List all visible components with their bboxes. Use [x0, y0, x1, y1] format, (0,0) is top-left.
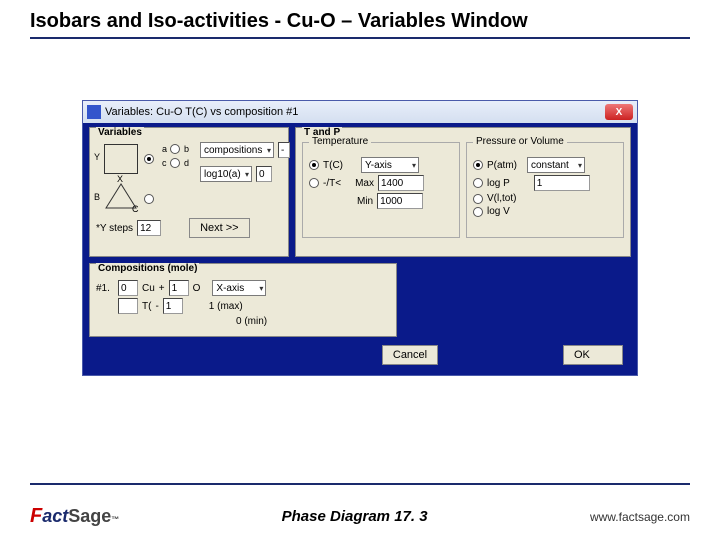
compositions-legend: Compositions (mole)	[96, 263, 199, 274]
comp-max-label: 1 (max)	[209, 301, 243, 312]
label-b: b	[184, 144, 189, 154]
t-label: T(	[142, 301, 151, 312]
tk-label: -/T<	[323, 178, 341, 189]
cu-value[interactable]	[118, 280, 138, 296]
compositions-value[interactable]	[278, 142, 290, 158]
logp-label: log P	[487, 178, 510, 189]
variables-panel: Variables Y X a b c d	[89, 127, 289, 257]
tc-label: T(C)	[323, 160, 343, 171]
radio-patm[interactable]	[473, 160, 483, 170]
footer-rule	[30, 483, 690, 485]
label-d: d	[184, 158, 189, 168]
pv-legend: Pressure or Volume	[473, 136, 567, 147]
cu-label: Cu	[142, 283, 155, 294]
app-icon	[87, 105, 101, 119]
cancel-button[interactable]: Cancel	[382, 345, 438, 365]
variables-legend: Variables	[96, 127, 144, 138]
temperature-group: Temperature T(C) Y-axis▾ -/T< Max	[302, 142, 460, 238]
plus-label: +	[159, 283, 165, 294]
o-label: O	[193, 283, 201, 294]
y-axis-label: Y	[94, 152, 100, 162]
comp-min-label: 0 (min)	[236, 316, 267, 327]
o-value[interactable]	[169, 280, 189, 296]
radio-a[interactable]	[170, 144, 180, 154]
chevron-down-icon: ▾	[267, 146, 271, 155]
label-c: c	[162, 158, 167, 168]
chevron-down-icon: ▾	[259, 284, 263, 293]
slide-title: Isobars and Iso-activities - Cu-O – Vari…	[0, 0, 720, 37]
chevron-down-icon: ▾	[412, 161, 416, 170]
ok-button[interactable]: OK	[563, 345, 623, 365]
title-rule	[30, 37, 690, 39]
footer-center: Phase Diagram 17. 3	[282, 508, 428, 525]
temperature-legend: Temperature	[309, 136, 371, 147]
row-number: #1.	[96, 283, 114, 294]
window-title: Variables: Cu-O T(C) vs composition #1	[105, 106, 298, 118]
label-a: a	[162, 144, 167, 154]
comp-axis-select[interactable]: X-axis▾	[212, 280, 266, 296]
titlebar: Variables: Cu-O T(C) vs composition #1 X	[83, 101, 637, 123]
compositions-select[interactable]: compositions▾	[200, 142, 274, 158]
chevron-down-icon: ▾	[578, 161, 582, 170]
next-button[interactable]: Next >>	[189, 218, 250, 238]
patm-label: P(atm)	[487, 160, 517, 171]
radio-xy[interactable]	[144, 154, 154, 164]
xy-plot-icon: X	[104, 144, 138, 174]
min-label: Min	[357, 196, 373, 207]
dash-label: -	[155, 301, 158, 312]
triangle-c-label: C	[132, 204, 139, 214]
comp-b1[interactable]	[118, 298, 138, 314]
close-button[interactable]: X	[605, 104, 633, 120]
vl-label: V(l,tot)	[487, 193, 516, 204]
radio-tc[interactable]	[309, 160, 319, 170]
radio-c[interactable]	[170, 158, 180, 168]
t-and-p-panel: T and P Temperature T(C) Y-axis▾	[295, 127, 631, 257]
log10a-select[interactable]: log10(a)▾	[200, 166, 252, 182]
footer-url: www.factsage.com	[590, 510, 690, 524]
variables-window: Variables: Cu-O T(C) vs composition #1 X…	[82, 100, 638, 376]
y-steps-input[interactable]	[137, 220, 161, 236]
logv-label: log V	[487, 206, 510, 217]
t-min-input[interactable]	[377, 193, 423, 209]
p-axis-select[interactable]: constant▾	[527, 157, 585, 173]
footer: FactSage™ Phase Diagram 17. 3 www.factsa…	[0, 505, 720, 528]
t-axis-select[interactable]: Y-axis▾	[361, 157, 419, 173]
triangle-b-label: B	[94, 192, 100, 202]
compositions-panel: Compositions (mole) #1. Cu + O X-axis▾ T…	[89, 263, 397, 337]
radio-logp[interactable]	[473, 178, 483, 188]
comp-b2[interactable]	[163, 298, 183, 314]
pressure-volume-group: Pressure or Volume P(atm) constant▾ log …	[466, 142, 624, 238]
y-steps-label: *Y steps	[96, 223, 133, 234]
max-label: Max	[355, 178, 374, 189]
p-value-input[interactable]	[534, 175, 590, 191]
radio-tk[interactable]	[309, 178, 319, 188]
t-max-input[interactable]	[378, 175, 424, 191]
log10a-value[interactable]	[256, 166, 272, 182]
factsage-logo: FactSage™	[30, 505, 119, 528]
radio-logv[interactable]	[473, 207, 483, 217]
radio-vl[interactable]	[473, 194, 483, 204]
chevron-down-icon: ▾	[245, 170, 249, 179]
radio-ternary[interactable]	[144, 194, 154, 204]
